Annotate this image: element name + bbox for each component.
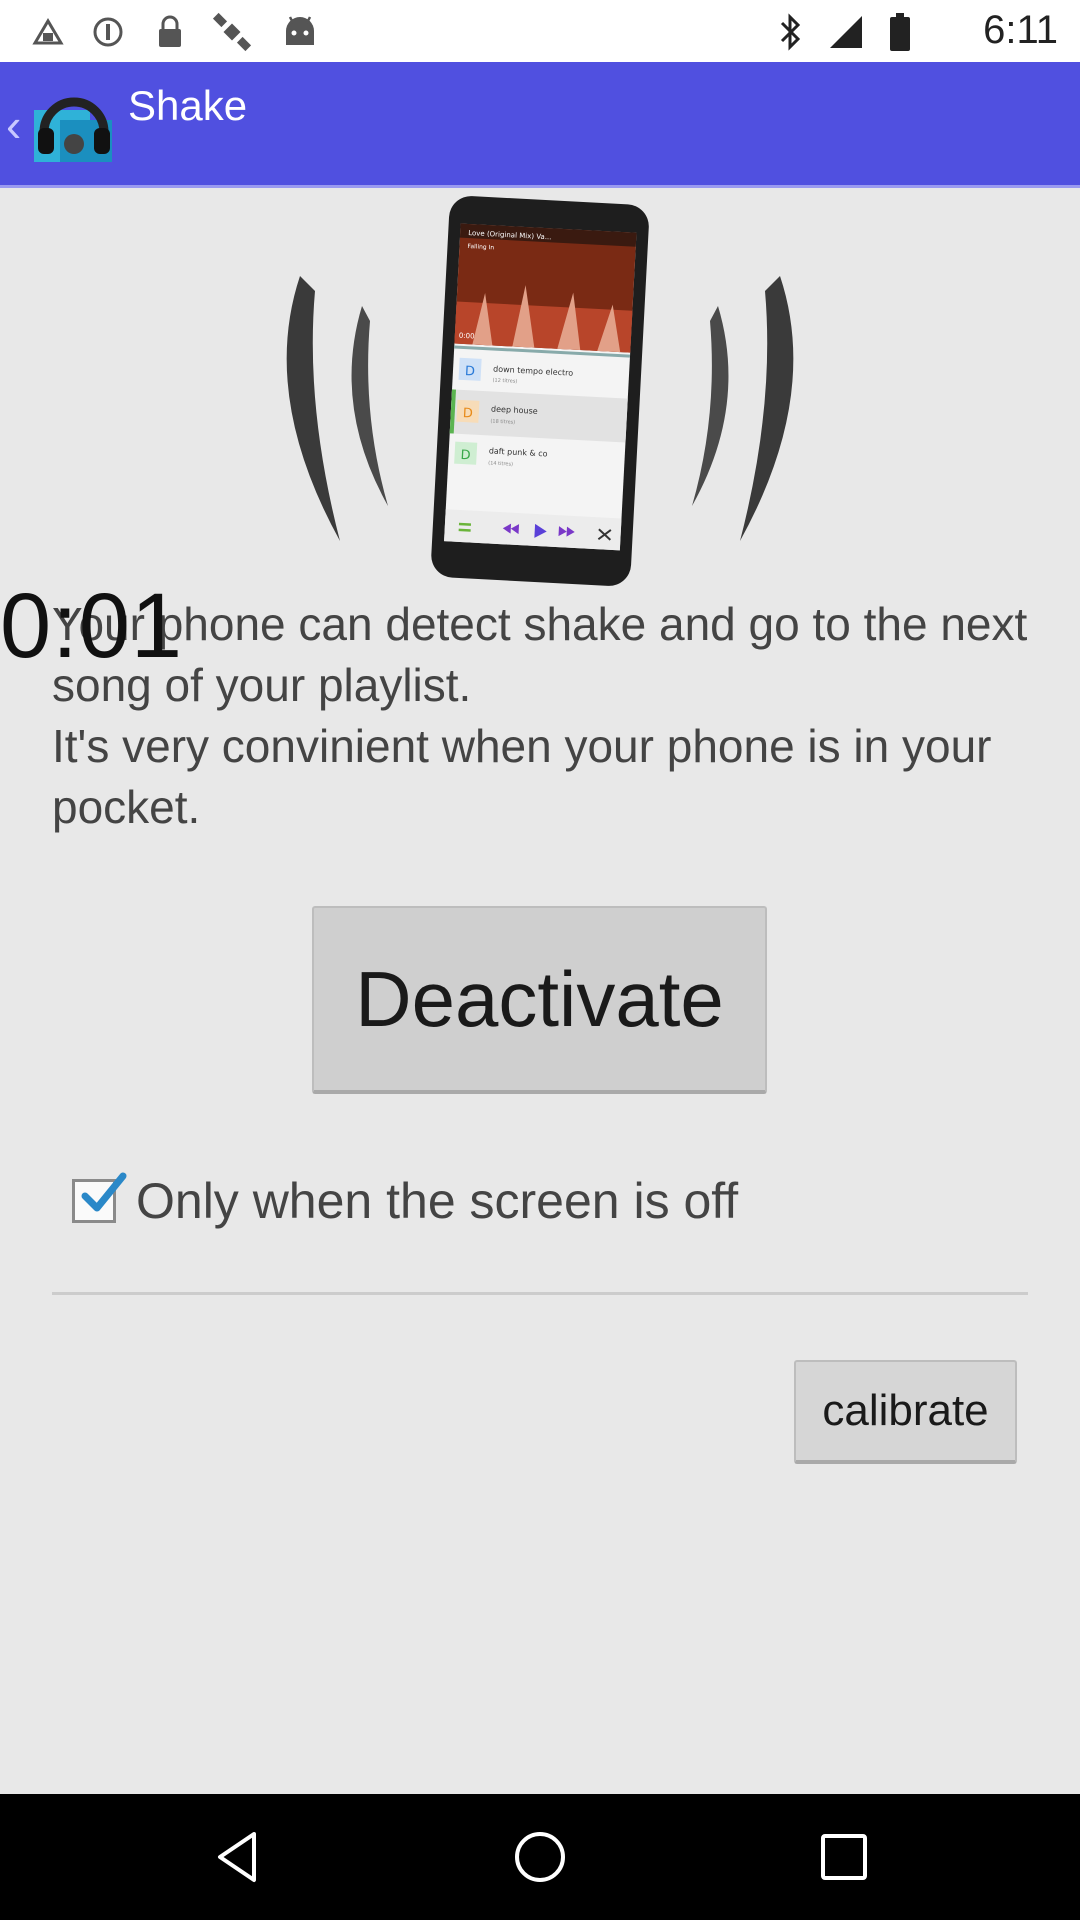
deactivate-button[interactable]: Deactivate (312, 906, 767, 1094)
signal-icon (826, 12, 866, 52)
shake-wave-right-inner (692, 306, 729, 506)
headphones-app-icon[interactable] (30, 80, 116, 166)
screen-off-label: Only when the screen is off (136, 1173, 739, 1229)
checkmark-icon (81, 1172, 127, 1212)
notification-icon (28, 12, 68, 52)
shake-wave-left-outer (286, 276, 340, 541)
android-icon (280, 12, 320, 52)
status-time: 6:11 (983, 8, 1058, 52)
calibrate-button[interactable]: calibrate (794, 1360, 1017, 1464)
status-bar: 6:11 (0, 0, 1080, 62)
timer-overlay: 0:01 (0, 575, 184, 677)
navigation-bar (0, 1794, 1080, 1920)
lock-icon (150, 12, 190, 52)
back-icon[interactable] (202, 1822, 272, 1892)
home-icon[interactable] (505, 1822, 575, 1892)
battery-icon (880, 12, 920, 52)
recents-icon[interactable] (809, 1822, 879, 1892)
svg-text:D: D (465, 364, 476, 380)
app-bar: ‹ Shake (0, 62, 1080, 188)
screen-off-option[interactable]: Only when the screen is off (72, 1166, 738, 1236)
chevron-left-icon[interactable]: ‹ (6, 98, 21, 152)
data-saver-icon (88, 12, 128, 52)
app-title: Shake (128, 82, 248, 129)
bluetooth-icon (770, 12, 810, 52)
satellite-icon (212, 12, 252, 52)
screen-off-checkbox[interactable] (72, 1172, 127, 1223)
shake-wave-right-outer (740, 276, 794, 541)
shake-phone-illustration: Love (Original Mix) Va... Falling In 0:0… (270, 196, 810, 588)
description-line-2: It's very convinient when your phone is … (52, 720, 992, 833)
shake-description: Your phone can detect shake and go to th… (52, 594, 1032, 838)
phone-track-sub: Falling In (467, 243, 494, 251)
phone-track-time: 0:00 (459, 332, 475, 341)
shake-wave-left-inner (351, 306, 388, 506)
svg-text:D: D (462, 406, 473, 422)
divider (52, 1292, 1028, 1295)
description-line-1: Your phone can detect shake and go to th… (52, 598, 1028, 711)
svg-text:D: D (460, 448, 471, 464)
